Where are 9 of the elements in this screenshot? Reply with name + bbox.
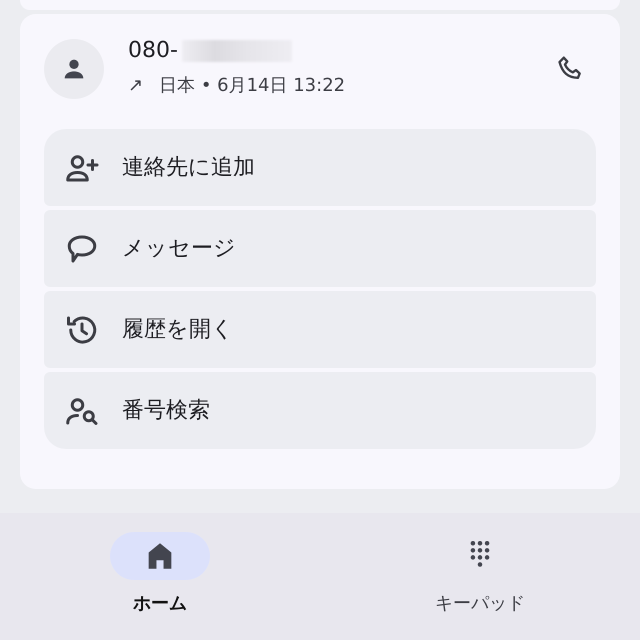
call-detail: 日本 • 6月14日 13:22 <box>159 74 346 98</box>
nav-tab[interactable]: キーパッド <box>320 513 640 640</box>
action-item[interactable]: メッセージ <box>44 210 596 287</box>
phone-number: 080- <box>128 38 178 64</box>
action-item[interactable]: 番号検索 <box>44 372 596 449</box>
action-item[interactable]: 連絡先に追加 <box>44 129 596 206</box>
action-item[interactable]: 履歴を開く <box>44 291 596 368</box>
nav-tab[interactable]: ホーム <box>0 513 320 640</box>
outgoing-arrow: ↗ <box>128 74 144 98</box>
